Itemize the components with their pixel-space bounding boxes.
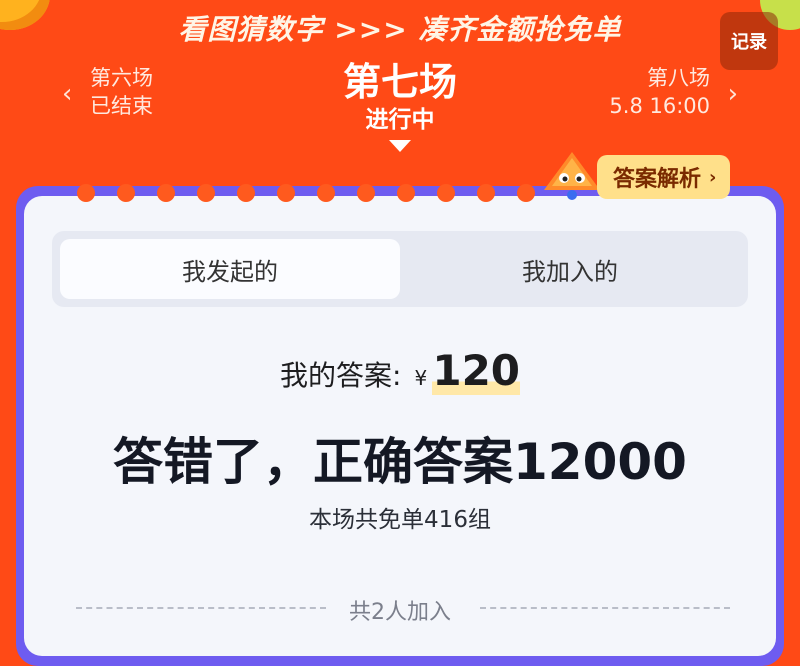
session-next-title: 第八场: [647, 66, 710, 90]
chevron-right-small-icon: ›: [709, 166, 717, 188]
mascot-icon: [544, 152, 600, 200]
banner-title: 看图猜数字 >>> 凑齐金额抢免单: [178, 13, 622, 46]
answer-analysis-button[interactable]: 答案解析 ›: [597, 155, 731, 199]
tab-my-initiated[interactable]: 我发起的: [60, 239, 400, 299]
session-next[interactable]: 第八场 5.8 16:00: [609, 64, 710, 120]
session-next-time: 5.8 16:00: [609, 94, 710, 118]
answer-analysis-label: 答案解析: [613, 167, 702, 192]
free-order-count: 本场共免单416组: [309, 507, 491, 533]
my-answer-value: 120: [432, 346, 521, 395]
tab-bar: 我发起的 我加入的: [52, 231, 748, 307]
currency-symbol: ¥: [414, 366, 428, 390]
tab-my-joined[interactable]: 我加入的: [400, 239, 740, 299]
chevron-right-icon[interactable]: ›: [728, 81, 738, 107]
my-answer: 我的答案: ¥ 120: [0, 346, 800, 395]
participants-count: 共2人加入: [349, 600, 451, 625]
result-message: 答错了，正确答案12000: [113, 433, 687, 491]
my-answer-label: 我的答案:: [279, 359, 402, 392]
triangle-down-icon: [389, 140, 411, 152]
